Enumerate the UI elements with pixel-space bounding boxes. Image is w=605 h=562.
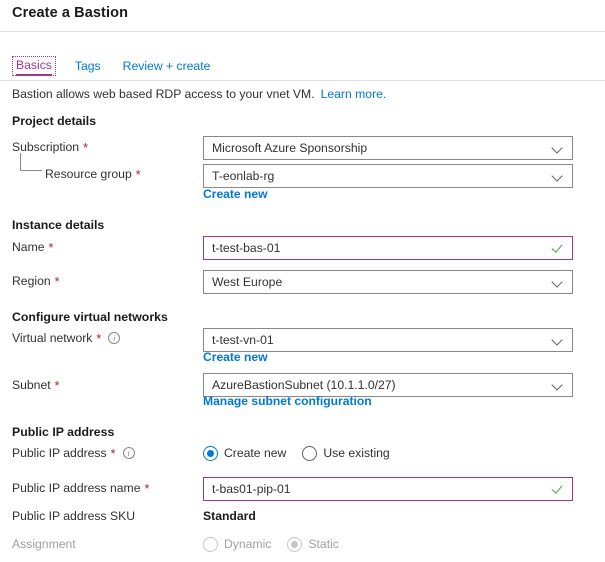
required-asterisk: * (48, 240, 54, 255)
name-input-field[interactable]: t-test-bas-01 (203, 236, 573, 260)
tab-tags[interactable]: Tags (72, 58, 104, 74)
section-heading-public-ip-address: Public IP address (12, 425, 115, 439)
radio-static: Static (287, 536, 339, 552)
required-asterisk: * (54, 274, 60, 289)
subnet-label-text: Subnet (12, 378, 51, 392)
learn-more-link[interactable]: Learn more. (321, 87, 387, 101)
public-ip-address-radio-group: Create new Use existing (203, 444, 390, 462)
region-label-text: Region (12, 274, 51, 288)
resource-group-label-text: Resource group (45, 167, 132, 181)
subscription-dropdown-field[interactable]: Microsoft Azure Sponsorship (203, 136, 573, 160)
chevron-down-icon (552, 379, 564, 391)
public-ip-address-label-text: Public IP address (12, 446, 107, 460)
subscription-label-text: Subscription (12, 140, 80, 154)
name-input[interactable]: t-test-bas-01 (203, 236, 573, 260)
radio-dot-icon (203, 445, 218, 461)
radio-dot-icon (302, 445, 318, 461)
page-title: Create a Bastion (12, 5, 129, 21)
required-asterisk: * (96, 331, 102, 346)
tab-review-create[interactable]: Review + create (120, 58, 214, 74)
checkmark-icon (551, 483, 564, 496)
subscription-label: Subscription * (12, 140, 88, 154)
resource-group-label: Resource group * (45, 167, 141, 181)
chevron-down-icon (552, 276, 564, 288)
subnet-label: Subnet * (12, 378, 60, 392)
required-asterisk: * (110, 446, 116, 461)
resource-group-value: T-eonlab-rg (212, 169, 275, 183)
radio-dynamic: Dynamic (203, 536, 272, 552)
required-asterisk: * (144, 481, 150, 496)
radio-create-new-label: Create new (224, 446, 287, 460)
public-ip-address-sku-label-text: Public IP address SKU (12, 509, 136, 523)
assignment-label: Assignment (12, 537, 76, 551)
virtual-network-label-text: Virtual network (12, 331, 93, 345)
public-ip-address-sku-label: Public IP address SKU (12, 509, 135, 523)
region-dropdown[interactable]: West Europe (203, 270, 573, 294)
radio-use-existing[interactable]: Use existing (302, 445, 390, 461)
info-icon[interactable]: i (122, 447, 135, 459)
virtual-network-label: Virtual network * i (12, 331, 121, 346)
virtual-network-create-new-link[interactable]: Create new (203, 350, 268, 364)
name-label-text: Name (12, 240, 45, 254)
radio-dynamic-label: Dynamic (224, 537, 272, 551)
subnet-value: AzureBastionSubnet (10.1.1.0/27) (212, 378, 396, 392)
chevron-down-icon (552, 170, 564, 182)
radio-use-existing-label: Use existing (323, 446, 390, 460)
resource-group-create-new-link[interactable]: Create new (203, 187, 268, 201)
public-ip-address-name-label: Public IP address name * (12, 481, 149, 495)
intro-text-row: Bastion allows web based RDP access to y… (12, 87, 386, 101)
radio-static-label: Static (308, 537, 339, 551)
section-heading-instance-details: Instance details (12, 218, 105, 232)
public-ip-address-name-value: t-bas01-pip-01 (212, 482, 291, 496)
name-label: Name * (12, 240, 53, 254)
resource-group-dropdown-field[interactable]: T-eonlab-rg (203, 164, 573, 188)
section-heading-project-details: Project details (12, 114, 97, 128)
region-dropdown-field[interactable]: West Europe (203, 270, 573, 294)
public-ip-address-sku-value: Standard (203, 509, 256, 523)
region-label: Region * (12, 274, 60, 288)
subscription-value: Microsoft Azure Sponsorship (212, 141, 368, 155)
info-icon[interactable]: i (108, 332, 121, 344)
chevron-down-icon (552, 334, 564, 346)
virtual-network-dropdown-field[interactable]: t-test-vn-01 (203, 328, 573, 352)
required-asterisk: * (54, 378, 60, 393)
name-value: t-test-bas-01 (212, 241, 281, 255)
manage-subnet-configuration-link[interactable]: Manage subnet configuration (203, 394, 372, 408)
required-asterisk: * (83, 140, 88, 155)
intro-text: Bastion allows web based RDP access to y… (12, 87, 315, 101)
assignment-label-text: Assignment (12, 537, 76, 551)
subscription-dropdown[interactable]: Microsoft Azure Sponsorship (203, 136, 573, 160)
create-bastion-blade: Create a Bastion Basics Tags Review + cr… (0, 0, 605, 562)
region-value: West Europe (212, 275, 283, 289)
resource-group-tree-connector (20, 153, 42, 171)
tabstrip-divider (0, 80, 605, 81)
required-asterisk: * (135, 167, 141, 182)
checkmark-icon (551, 242, 564, 255)
tab-basics[interactable]: Basics (12, 56, 56, 76)
virtual-network-value: t-test-vn-01 (212, 333, 274, 347)
tabstrip: Basics Tags Review + create (12, 55, 213, 77)
public-ip-address-label: Public IP address * i (12, 446, 135, 460)
chevron-down-icon (552, 142, 564, 154)
assignment-radio-group: Dynamic Static (203, 535, 339, 553)
section-heading-configure-virtual-networks: Configure virtual networks (12, 310, 168, 324)
public-ip-address-name-input[interactable]: t-bas01-pip-01 (203, 477, 573, 501)
header-divider (0, 31, 605, 32)
public-ip-address-name-field[interactable]: t-bas01-pip-01 (203, 477, 573, 501)
radio-dot-icon (287, 536, 303, 552)
virtual-network-dropdown[interactable]: t-test-vn-01 (203, 328, 573, 352)
radio-create-new[interactable]: Create new (203, 445, 287, 461)
public-ip-address-name-label-text: Public IP address name (12, 481, 141, 495)
resource-group-dropdown[interactable]: T-eonlab-rg (203, 164, 573, 188)
radio-dot-icon (203, 536, 218, 552)
